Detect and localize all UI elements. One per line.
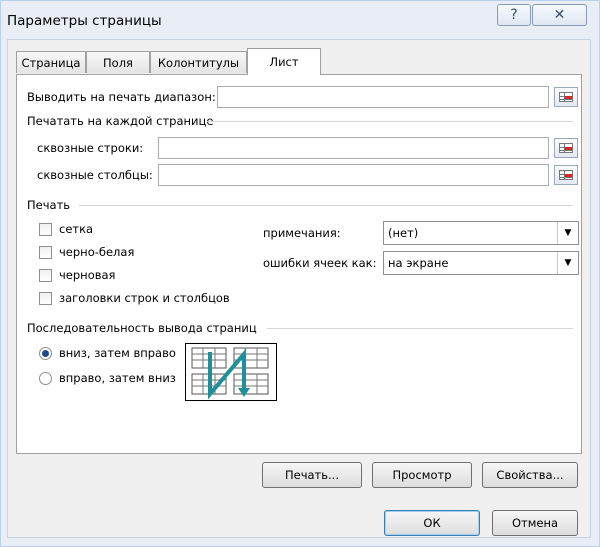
- tab-header-footer[interactable]: Колонтитулы: [150, 51, 247, 73]
- black-and-white-label: черно-белая: [59, 245, 135, 259]
- gridlines-label: сетка: [59, 222, 94, 236]
- columns-ref-button[interactable]: [554, 165, 578, 185]
- close-icon: ✕: [553, 7, 566, 23]
- page-order-preview: [185, 343, 277, 401]
- rows-ref-button[interactable]: [554, 138, 578, 158]
- rows-to-repeat-label: сквозные строки:: [37, 141, 144, 155]
- print-area-input[interactable]: [217, 86, 549, 108]
- help-button[interactable]: ?: [497, 4, 531, 26]
- cell-errors-value: на экране: [388, 256, 449, 270]
- separator: [79, 205, 573, 206]
- cell-errors-label: ошибки ячеек как:: [263, 256, 377, 270]
- tab-sheet[interactable]: Лист: [247, 48, 321, 75]
- dialog-client-area: Страница Поля Колонтитулы Лист Выводить …: [7, 39, 591, 538]
- cancel-button[interactable]: Отмена: [492, 510, 578, 536]
- print-titles-heading: Печатать на каждой странице: [27, 114, 214, 128]
- options-button[interactable]: Свойства...: [482, 462, 578, 488]
- columns-to-repeat-label: сквозные столбцы:: [37, 168, 153, 182]
- comments-select[interactable]: (нет) ▼: [383, 221, 579, 245]
- chevron-down-icon: ▼: [557, 222, 578, 244]
- cancel-button-label: Отмена: [511, 516, 559, 530]
- close-button[interactable]: ✕: [532, 4, 587, 26]
- window-title: Параметры страницы: [7, 13, 162, 29]
- print-area-ref-button[interactable]: [554, 87, 578, 107]
- separator: [207, 121, 573, 122]
- comments-label: примечания:: [263, 226, 341, 240]
- columns-to-repeat-input[interactable]: [158, 164, 549, 186]
- sheet-tab-panel: Выводить на печать диапазон: Печатать на…: [16, 74, 582, 454]
- range-select-icon: [559, 143, 573, 153]
- help-icon: ?: [510, 7, 518, 23]
- title-bar: Параметры страницы ? ✕: [1, 1, 599, 39]
- print-button-label: Печать...: [284, 468, 339, 482]
- over-then-down-label: вправо, затем вниз: [59, 371, 176, 385]
- over-then-down-radio[interactable]: [39, 372, 52, 385]
- draft-quality-label: черновая: [59, 268, 116, 282]
- print-preview-button-label: Просмотр: [392, 468, 452, 482]
- separator: [267, 328, 573, 329]
- tab-margins[interactable]: Поля: [86, 51, 150, 73]
- print-preview-button[interactable]: Просмотр: [372, 462, 472, 488]
- page-setup-dialog: Параметры страницы ? ✕ Страница Поля Кол…: [0, 0, 600, 547]
- black-and-white-checkbox[interactable]: [39, 246, 52, 259]
- ok-button[interactable]: ОК: [384, 510, 480, 536]
- down-then-over-label: вниз, затем вправо: [59, 346, 176, 360]
- ok-button-label: ОК: [423, 516, 441, 530]
- comments-value: (нет): [388, 226, 419, 240]
- print-button[interactable]: Печать...: [262, 462, 362, 488]
- draft-quality-checkbox[interactable]: [39, 269, 52, 282]
- options-button-label: Свойства...: [496, 468, 564, 482]
- row-col-headings-label: заголовки строк и столбцов: [59, 291, 230, 305]
- range-select-icon: [559, 92, 573, 102]
- print-area-label: Выводить на печать диапазон:: [27, 90, 216, 104]
- page-order-heading: Последовательность вывода страниц: [27, 321, 257, 335]
- row-col-headings-checkbox[interactable]: [39, 292, 52, 305]
- range-select-icon: [559, 170, 573, 180]
- page-order-diagram-icon: [191, 347, 269, 400]
- rows-to-repeat-input[interactable]: [158, 137, 549, 159]
- print-heading: Печать: [27, 198, 71, 212]
- chevron-down-icon: ▼: [557, 252, 578, 274]
- cell-errors-select[interactable]: на экране ▼: [383, 251, 579, 275]
- down-then-over-radio[interactable]: [39, 347, 52, 360]
- tab-page[interactable]: Страница: [16, 51, 86, 73]
- gridlines-checkbox[interactable]: [39, 223, 52, 236]
